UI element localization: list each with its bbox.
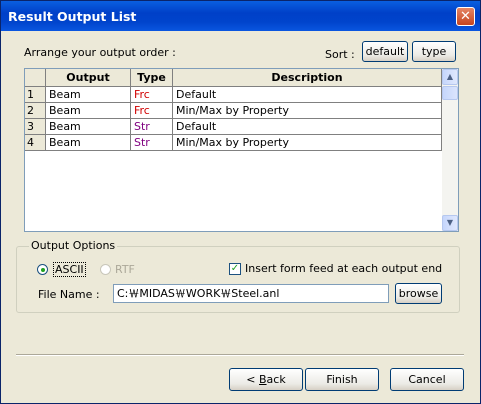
scroll-up-icon[interactable]: ▲ <box>442 69 458 85</box>
cell-type[interactable]: Str <box>131 119 173 135</box>
rtf-radio <box>100 264 111 275</box>
result-output-list-dialog: Result Output List ✕ Arrange your output… <box>0 0 481 404</box>
cell-output[interactable]: Beam <box>46 119 131 135</box>
output-options-legend: Output Options <box>29 239 118 252</box>
cell-type[interactable]: Frc <box>131 103 173 119</box>
sort-default-button[interactable]: default <box>362 41 408 62</box>
cell-type[interactable]: Str <box>131 135 173 151</box>
title-bar[interactable]: Result Output List ✕ <box>1 1 480 31</box>
formfeed-label[interactable]: Insert form feed at each output end <box>245 262 442 275</box>
rtf-label: RTF <box>115 263 135 276</box>
file-name-label: File Name : <box>38 288 100 301</box>
row-number[interactable]: 1 <box>25 87 46 103</box>
ascii-radio[interactable] <box>37 264 48 275</box>
cell-output[interactable]: Beam <box>46 135 131 151</box>
finish-button[interactable]: Finish <box>305 368 379 391</box>
footer-separator <box>16 354 464 356</box>
row-header-corner <box>25 69 46 87</box>
cell-output[interactable]: Beam <box>46 103 131 119</box>
scroll-down-icon[interactable]: ▼ <box>442 215 458 231</box>
sort-label: Sort : <box>325 48 355 61</box>
cell-description[interactable]: Default <box>173 87 442 103</box>
row-number[interactable]: 4 <box>25 135 46 151</box>
row-number[interactable]: 2 <box>25 103 46 119</box>
column-header-description[interactable]: Description <box>173 69 442 87</box>
vertical-scrollbar[interactable]: ▲ ▼ <box>442 69 458 231</box>
back-access-key: B <box>259 373 267 386</box>
arrange-label: Arrange your output order : <box>24 46 176 59</box>
column-header-type[interactable]: Type <box>131 69 173 87</box>
column-header-output[interactable]: Output <box>46 69 131 87</box>
cell-description[interactable]: Min/Max by Property <box>173 103 442 119</box>
cell-description[interactable]: Default <box>173 119 442 135</box>
formfeed-checkbox[interactable]: ✓ <box>229 263 241 275</box>
dialog-title: Result Output List <box>8 9 137 24</box>
back-prefix: < <box>246 373 259 386</box>
cell-output[interactable]: Beam <box>46 87 131 103</box>
ascii-label[interactable]: ASCII <box>53 262 86 277</box>
browse-button[interactable]: browse <box>395 283 442 304</box>
sort-type-button[interactable]: type <box>412 41 456 62</box>
cancel-button[interactable]: Cancel <box>390 368 464 391</box>
close-icon[interactable]: ✕ <box>456 7 475 26</box>
cell-description[interactable]: Min/Max by Property <box>173 135 442 151</box>
output-table[interactable]: Output Type Description 1 Beam Frc Defau… <box>24 68 459 232</box>
radio-selected-dot <box>41 268 45 272</box>
scroll-thumb[interactable] <box>442 86 458 100</box>
back-label-rest: ack <box>266 373 286 386</box>
cell-type[interactable]: Frc <box>131 87 173 103</box>
back-button[interactable]: < Back <box>229 368 303 391</box>
row-number[interactable]: 3 <box>25 119 46 135</box>
file-name-input[interactable]: C:￦MIDAS￦WORK￦Steel.anl <box>113 284 389 303</box>
